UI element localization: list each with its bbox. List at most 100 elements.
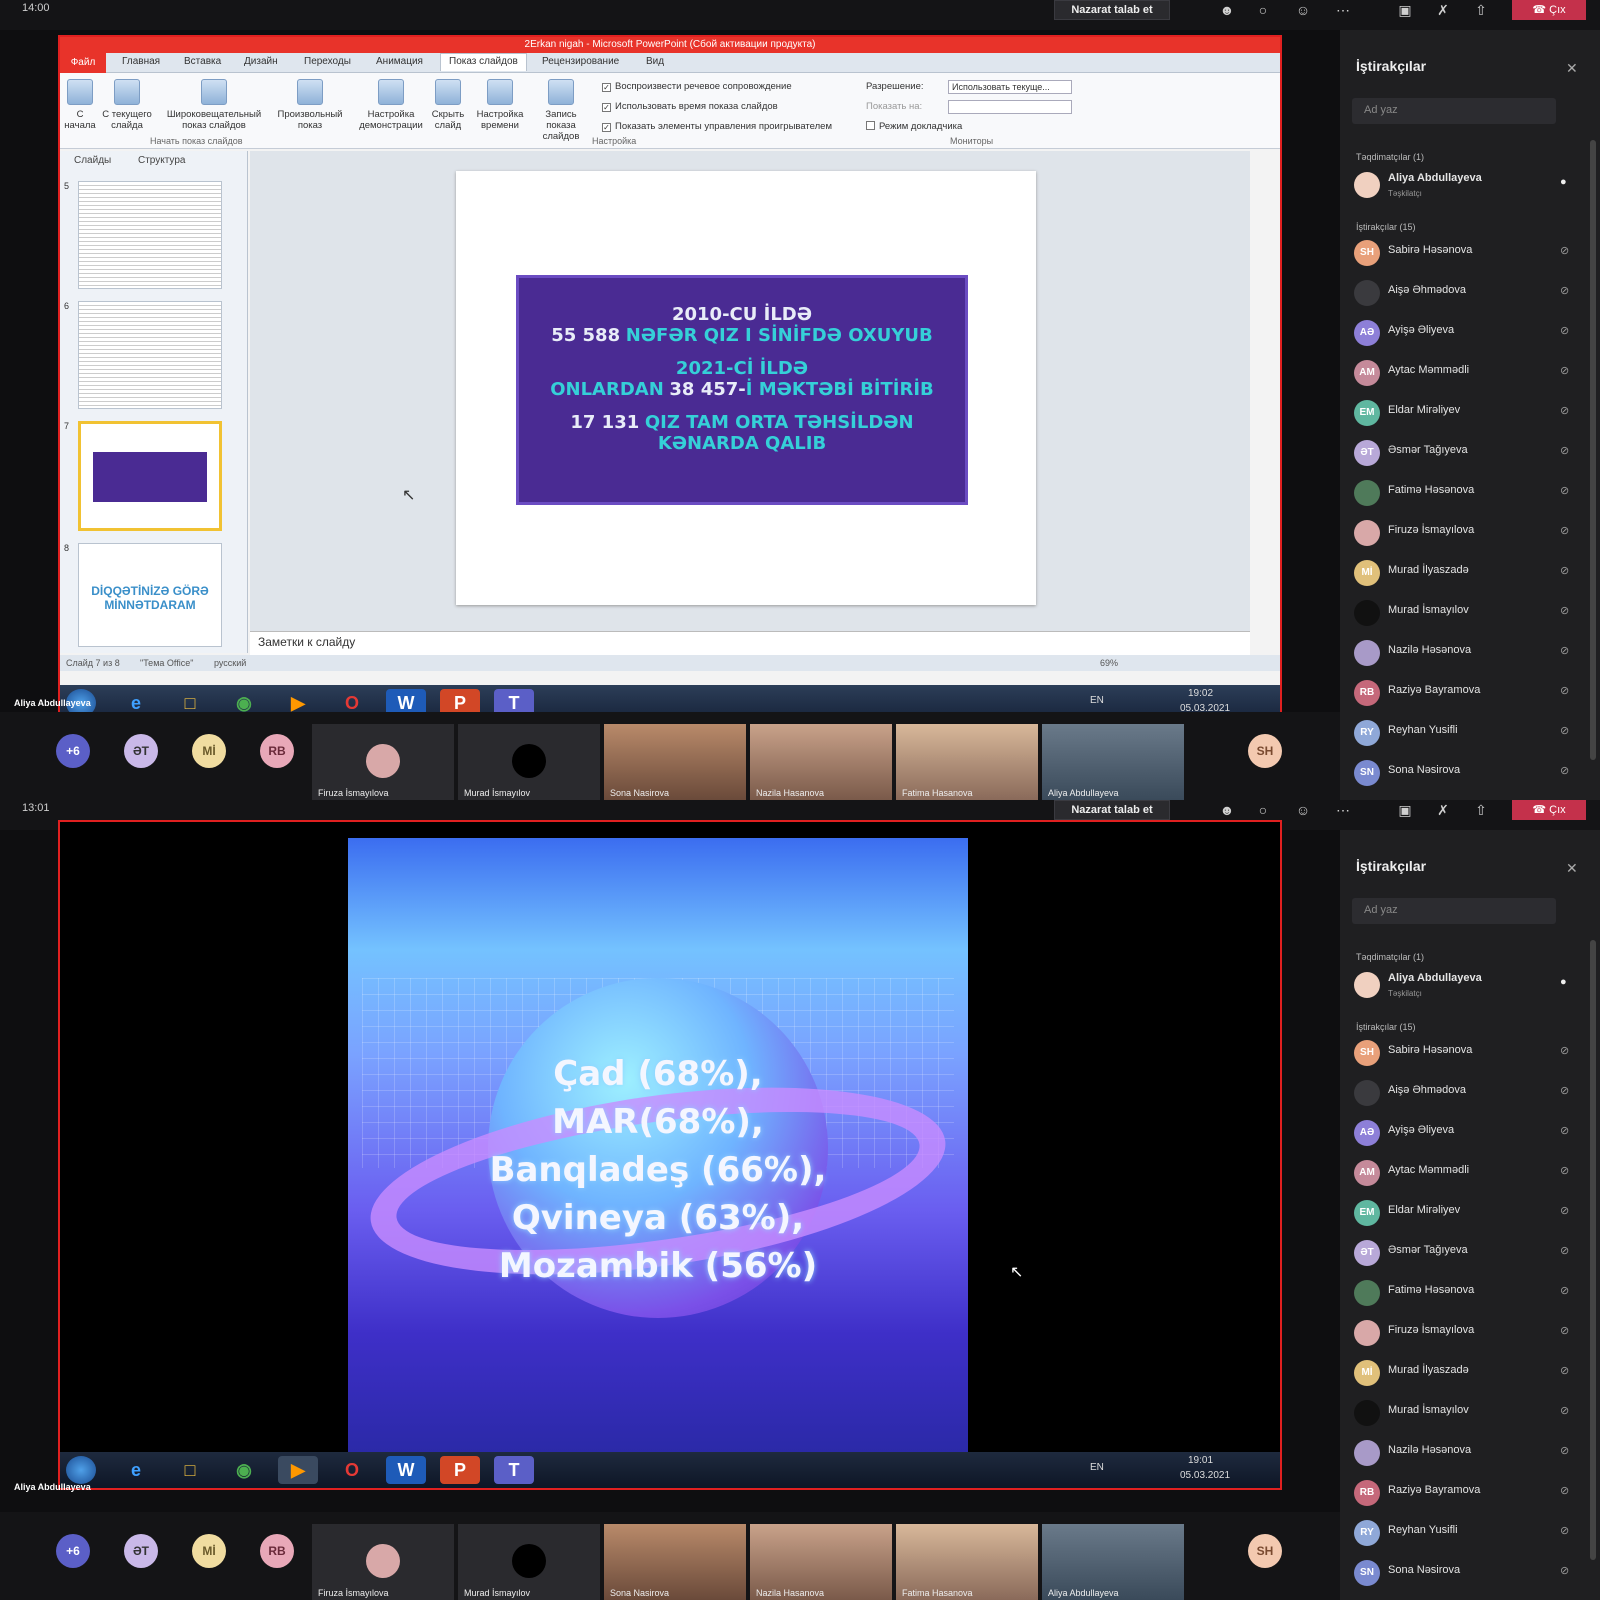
share-icon[interactable]: ⇧ [1470,1,1492,19]
zoom-level[interactable]: 69% [1100,655,1118,671]
gallery-avatar-mi[interactable]: Mİ [192,734,226,768]
participant-row[interactable]: Mİ Murad İlyaszadə ⊘ [1354,556,1584,590]
resolution-select[interactable]: Использовать текуще... [948,80,1072,94]
close-icon[interactable]: ✕ [1566,860,1578,877]
tab-file[interactable]: Файл [60,53,106,73]
close-icon[interactable]: ✕ [1566,60,1578,77]
slide-thumb-8[interactable]: DİQQƏTİNİZƏ GÖRƏ MİNNƏTDARAM [78,543,222,647]
participants-scrollbar[interactable] [1590,140,1596,760]
narration-checkbox[interactable]: ✓ Воспроизвести речевое сопровождение [602,81,792,92]
participants-scrollbar[interactable] [1590,940,1596,1560]
gallery-avatar-mi[interactable]: Mİ [192,1534,226,1568]
video-tile[interactable]: Fatima Hasanova [896,1524,1038,1600]
participant-search-input[interactable]: Ad yaz [1352,98,1556,124]
video-tile[interactable]: Murad İsmayılov [458,1524,600,1600]
participant-row[interactable]: AM Aytac Məmmədli ⊘ [1354,1156,1584,1190]
more-icon[interactable]: ⋯ [1332,801,1354,819]
video-tile[interactable]: Sona Nasirova [604,1524,746,1600]
gallery-avatar-rb[interactable]: RB [260,1534,294,1568]
custom-show-button[interactable]: Произвольный показ [270,79,350,131]
powerpoint-icon[interactable]: P [440,1456,480,1484]
reactions-icon[interactable]: ☺ [1292,801,1314,819]
presenters-header[interactable]: Təqdimatçılar (1) [1356,152,1424,162]
participant-row[interactable]: AƏ Ayişə Əliyeva ⊘ [1354,1116,1584,1150]
slide-thumb-5[interactable] [78,181,222,289]
tab-animation[interactable]: Анимация [376,56,423,67]
leave-button[interactable]: ☎ Çıx [1512,0,1586,20]
chrome-icon[interactable]: ◉ [224,1456,264,1484]
mic-off-icon[interactable]: ✗ [1432,1,1454,19]
tab-design[interactable]: Дизайн [244,56,278,67]
video-tile[interactable]: Murad İsmayılov [458,724,600,800]
video-tile[interactable]: Firuza İsmayılova [312,724,454,800]
tab-transitions[interactable]: Переходы [304,56,351,67]
video-tile[interactable]: Firuza İsmayılova [312,1524,454,1600]
participant-row[interactable]: Aişə Əhmədova ⊘ [1354,276,1584,310]
participant-row[interactable]: AƏ Ayişə Əliyeva ⊘ [1354,316,1584,350]
participant-row[interactable]: Aişə Əhmədova ⊘ [1354,1076,1584,1110]
video-tile[interactable]: Aliya Abdullayeva [1042,724,1184,800]
tab-outline[interactable]: Структура [138,155,185,166]
file-explorer-icon[interactable]: □ [170,1456,210,1484]
participant-row[interactable]: ƏT Əsmər Tağıyeva ⊘ [1354,1236,1584,1270]
tab-slideshow[interactable]: Показ слайдов [440,53,527,71]
leave-button[interactable]: ☎ Çıx [1512,800,1586,820]
video-tile[interactable]: Aliya Abdullayeva [1042,1524,1184,1600]
video-tile[interactable]: Nazila Hasanova [750,724,892,800]
media-controls-checkbox[interactable]: ✓ Показать элементы управления проигрыват… [602,121,832,132]
video-tile[interactable]: Sona Nasirova [604,724,746,800]
from-beginning-button[interactable]: С начала [62,79,98,131]
participant-row[interactable]: Murad İsmayılov ⊘ [1354,596,1584,630]
participant-row[interactable]: Aliya Abdullayeva Təşkilatçı ● [1354,168,1584,202]
more-icon[interactable]: ⋯ [1332,1,1354,19]
participant-row[interactable]: Fatimə Həsənova ⊘ [1354,1276,1584,1310]
request-control-button[interactable]: Nazarat talab et [1054,0,1170,20]
participant-search-input[interactable]: Ad yaz [1352,898,1556,924]
participant-row[interactable]: ƏT Əsmər Tağıyeva ⊘ [1354,436,1584,470]
gallery-avatar-at[interactable]: ƏT [124,1534,158,1568]
gallery-avatar-at[interactable]: ƏT [124,734,158,768]
gallery-avatar-rb[interactable]: RB [260,734,294,768]
more-participants-badge[interactable]: +6 [56,1534,90,1568]
reactions-icon[interactable]: ☺ [1292,1,1314,19]
tab-slides[interactable]: Слайды [74,155,111,166]
tab-review[interactable]: Рецензирование [542,56,619,67]
attendees-header[interactable]: İştirakçılar (15) [1356,222,1416,232]
participant-row[interactable]: AM Aytac Məmmədli ⊘ [1354,356,1584,390]
timings-checkbox[interactable]: ✓ Использовать время показа слайдов [602,101,778,112]
participant-row[interactable]: EM Eldar Mirəliyev ⊘ [1354,396,1584,430]
share-icon[interactable]: ⇧ [1470,801,1492,819]
participant-row[interactable]: Mİ Murad İlyaszadə ⊘ [1354,1356,1584,1390]
rehearse-timings-button[interactable]: Настройка времени [472,79,528,131]
participant-row[interactable]: Nazilə Həsənova ⊘ [1354,1436,1584,1470]
participant-row[interactable]: Firuzə İsmayılova ⊘ [1354,516,1584,550]
record-show-button[interactable]: Запись показа слайдов [530,79,592,142]
tray-language[interactable]: EN [1090,695,1104,706]
show-on-select[interactable] [948,100,1072,114]
start-button-icon[interactable] [66,1456,96,1484]
participants-icon[interactable]: ☻ [1216,1,1238,19]
from-current-button[interactable]: С текущего слайда [100,79,154,131]
teams-icon[interactable]: T [494,1456,534,1484]
participant-row[interactable]: SN Sona Nəsirova ⊘ [1354,1556,1584,1590]
internet-explorer-icon[interactable]: e [116,1456,156,1484]
participant-row[interactable]: RB Raziyə Bayramova ⊘ [1354,676,1584,710]
participant-row[interactable]: Firuzə İsmayılova ⊘ [1354,1316,1584,1350]
camera-off-icon[interactable]: ▣ [1394,1,1416,19]
gallery-avatar-sh[interactable]: SH [1248,734,1282,768]
participant-row[interactable]: Murad İsmayılov ⊘ [1354,1396,1584,1430]
setup-show-button[interactable]: Настройка демонстрации [356,79,426,131]
participant-row[interactable]: SN Sona Nəsirova ⊘ [1354,756,1584,790]
presenters-header[interactable]: Təqdimatçılar (1) [1356,952,1424,962]
tab-view[interactable]: Вид [646,56,664,67]
gallery-avatar-sh[interactable]: SH [1248,1534,1282,1568]
participant-row[interactable]: RY Reyhan Yusifli ⊘ [1354,716,1584,750]
more-participants-badge[interactable]: +6 [56,734,90,768]
participant-row[interactable]: RB Raziyə Bayramova ⊘ [1354,1476,1584,1510]
slide-notes[interactable]: Заметки к слайду [250,631,1250,655]
participant-row[interactable]: SH Sabirə Həsənova ⊘ [1354,1036,1584,1070]
hide-slide-button[interactable]: Скрыть слайд [428,79,468,131]
participant-row[interactable]: SH Sabirə Həsənova ⊘ [1354,236,1584,270]
participant-row[interactable]: Fatimə Həsənova ⊘ [1354,476,1584,510]
video-tile[interactable]: Fatima Hasanova [896,724,1038,800]
